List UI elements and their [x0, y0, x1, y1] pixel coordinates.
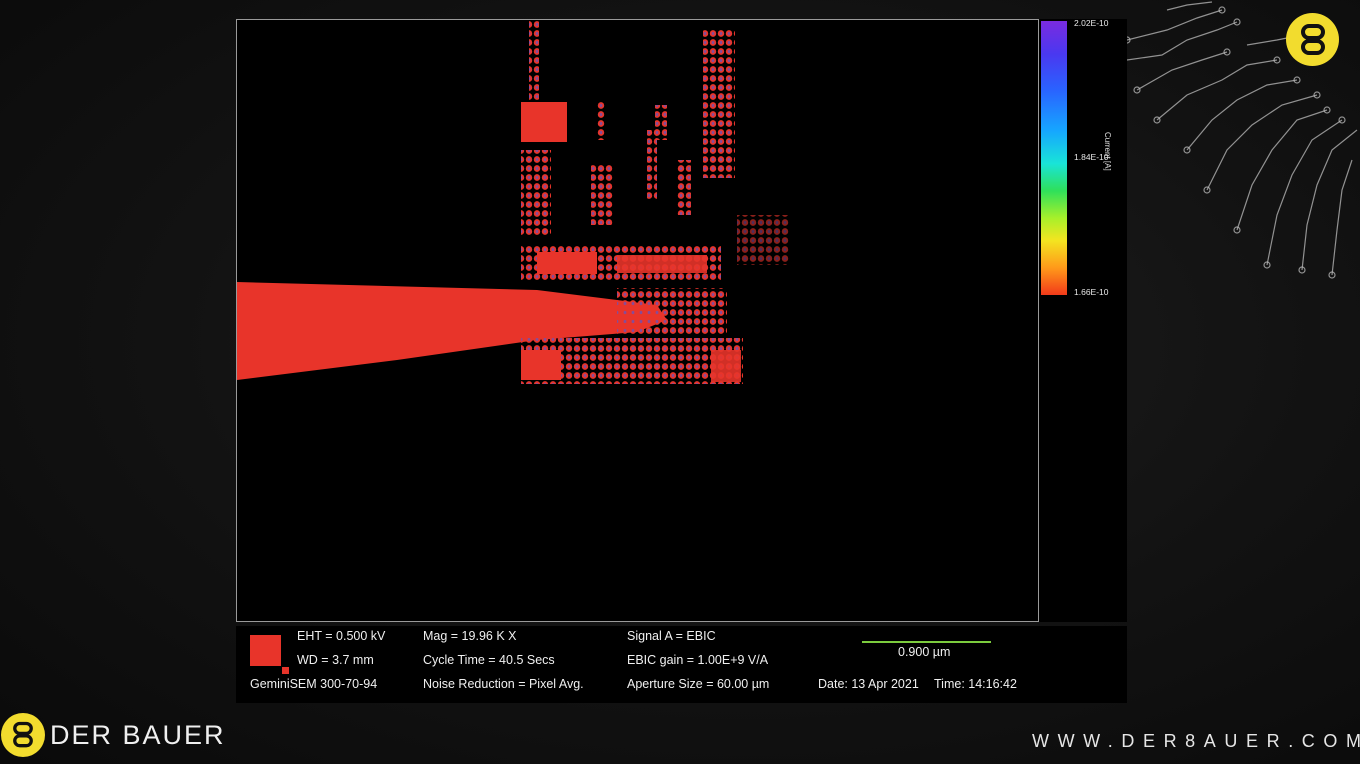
- brand-url: WWW.DER8AUER.COM: [1032, 731, 1360, 751]
- ebic-map: [237, 20, 789, 384]
- structure-column: [529, 20, 539, 115]
- brand-logo-icon: [1286, 13, 1339, 66]
- scale-bar-label: 0.900 µm: [898, 645, 951, 659]
- signal-swatch-small: [282, 667, 289, 674]
- structure-block: [521, 350, 561, 380]
- eht-value: EHT = 0.500 kV: [297, 629, 386, 643]
- colorscale-bar: [1041, 21, 1067, 295]
- noise-reduction-value: Noise Reduction = Pixel Avg.: [423, 677, 584, 691]
- structure-column: [647, 130, 657, 200]
- ebic-image: [236, 19, 1039, 622]
- colorscale-tick-min: 1.66E-10: [1074, 287, 1109, 297]
- structure-block: [711, 350, 741, 382]
- structure-column: [677, 160, 691, 215]
- colorscale-tick-max: 2.02E-10: [1074, 18, 1109, 28]
- structure-dots: [737, 215, 789, 265]
- structure-block: [521, 102, 567, 142]
- structure-row: [617, 288, 727, 334]
- instrument-model: GeminiSEM 300-70-94: [250, 677, 378, 691]
- time-value: Time: 14:16:42: [934, 677, 1017, 691]
- structure-block: [537, 252, 597, 274]
- cycle-time-value: Cycle Time = 40.5 Secs: [423, 653, 555, 667]
- signal-value: Signal A = EBIC: [627, 629, 716, 643]
- sem-info-bar: EHT = 0.500 kV WD = 3.7 mm GeminiSEM 300…: [236, 626, 1127, 703]
- mag-value: Mag = 19.96 K X: [423, 629, 517, 643]
- date-value: Date: 13 Apr 2021: [818, 677, 919, 691]
- signal-swatch: [250, 635, 281, 666]
- brand-logo-small-icon: [1, 713, 45, 757]
- logo-8-icon: [1300, 23, 1325, 55]
- colorscale-unit-label: Current [A]: [1103, 132, 1112, 171]
- structure-block: [617, 255, 707, 273]
- logo-8-small-icon: [13, 721, 33, 748]
- scale-bar-line: [862, 641, 991, 643]
- structure-column: [703, 28, 735, 178]
- aperture-size-value: Aperture Size = 60.00 µm: [627, 677, 770, 691]
- structure-column: [655, 105, 667, 140]
- structure-column: [597, 100, 605, 140]
- structure-column: [591, 165, 613, 225]
- wd-value: WD = 3.7 mm: [297, 653, 374, 667]
- structure-column: [521, 150, 551, 235]
- brand-name: DER BAUER: [50, 720, 226, 750]
- ebic-gain-value: EBIC gain = 1.00E+9 V/A: [627, 653, 769, 667]
